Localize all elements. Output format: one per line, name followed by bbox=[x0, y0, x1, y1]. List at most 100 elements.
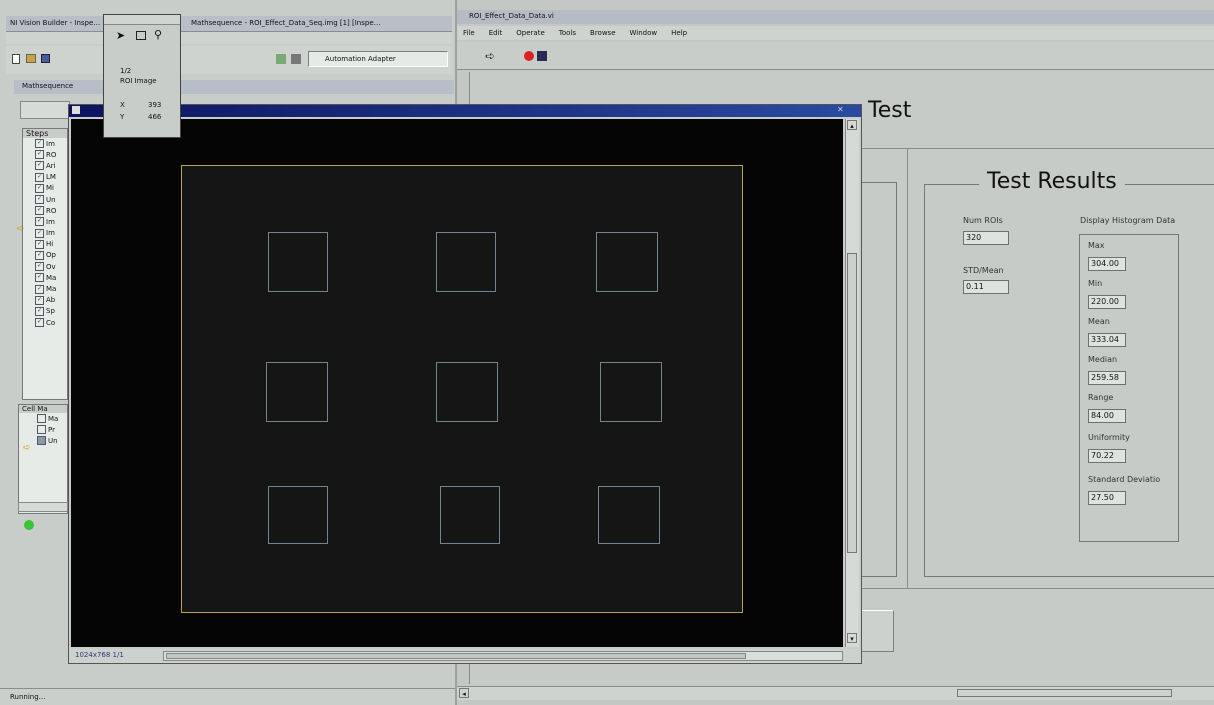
check-icon[interactable]: ✓ bbox=[35, 217, 44, 227]
tree-item[interactable]: ✓ Ma bbox=[35, 283, 67, 294]
tree-item[interactable]: ✓ Ma bbox=[35, 272, 67, 283]
check-icon[interactable]: ✓ bbox=[35, 262, 44, 272]
tree-item[interactable]: ✓ Mi bbox=[35, 183, 67, 194]
tree-item[interactable]: ✓ Co bbox=[35, 317, 67, 328]
list-item[interactable]: Ma bbox=[37, 413, 67, 424]
action-button[interactable] bbox=[858, 610, 894, 652]
tree-item[interactable]: ✓ Ov bbox=[35, 261, 67, 272]
left-app-title: NI Vision Builder - Inspe… bbox=[10, 19, 101, 27]
zoom-tool-icon[interactable]: ⚲ bbox=[154, 28, 162, 41]
check-icon[interactable]: ✓ bbox=[35, 183, 44, 193]
list-item[interactable]: Un bbox=[37, 435, 67, 446]
roi-box bbox=[266, 362, 328, 422]
menu-tools[interactable]: Tools bbox=[559, 29, 576, 37]
save-icon[interactable] bbox=[41, 54, 50, 63]
steps-panel: Steps ✓ Im ✓ RO ✓ Ari ✓ LM ✓ Mi ✓ Un ✓ RO ✓ Im ✓… bbox=[17, 128, 68, 400]
hist-label: Median bbox=[1088, 355, 1118, 364]
num-rois-value: 320 bbox=[963, 231, 1009, 245]
check-icon[interactable]: ✓ bbox=[35, 172, 44, 182]
check-icon[interactable]: ✓ bbox=[35, 228, 44, 238]
tree-item[interactable]: ✓ Hi bbox=[35, 239, 67, 250]
tree-item[interactable]: ✓ Ab bbox=[35, 295, 67, 306]
current-item-arrow-icon: ➪ bbox=[23, 443, 31, 453]
automation-adapter-label: Automation Adapter bbox=[325, 55, 396, 63]
results-groupbox: Test Results Num ROIs 320 STD/Mean 0.11 … bbox=[924, 169, 1214, 577]
scroll-left-arrow[interactable]: ◂ bbox=[459, 688, 469, 698]
check-icon[interactable]: ✓ bbox=[35, 284, 44, 294]
status-text: Running... bbox=[10, 693, 46, 701]
y-value: 466 bbox=[148, 113, 162, 121]
scroll-thumb[interactable] bbox=[847, 253, 857, 553]
scroll-down-arrow[interactable]: ▾ bbox=[847, 633, 857, 643]
abort-button[interactable] bbox=[524, 51, 534, 61]
toolbar-icon[interactable] bbox=[276, 54, 286, 64]
check-icon[interactable]: ✓ bbox=[35, 195, 44, 205]
tree-item[interactable]: ✓ Op bbox=[35, 250, 67, 261]
run-arrow-icon[interactable]: ➪ bbox=[485, 49, 495, 63]
menu-edit[interactable]: Edit bbox=[489, 29, 503, 37]
scroll-up-arrow[interactable]: ▴ bbox=[847, 120, 857, 130]
check-icon[interactable]: ✓ bbox=[35, 139, 44, 149]
histogram-label: Display Histogram Data bbox=[1080, 216, 1176, 225]
hist-value: 27.50 bbox=[1088, 491, 1126, 505]
steps-tab[interactable] bbox=[20, 101, 70, 119]
steps-header: Steps bbox=[23, 129, 67, 138]
bottom-scrollbar[interactable] bbox=[18, 502, 68, 512]
image-window-titlebar: ✕ bbox=[69, 105, 861, 117]
front-panel-title: Test bbox=[868, 98, 912, 123]
check-icon[interactable]: ✓ bbox=[35, 273, 44, 283]
tree-item[interactable]: ✓ Im bbox=[35, 138, 67, 149]
check-icon[interactable]: ✓ bbox=[35, 318, 44, 328]
status-bar: Running... bbox=[0, 688, 455, 705]
tree-item[interactable]: ✓ Un bbox=[35, 194, 67, 205]
pause-button[interactable] bbox=[537, 51, 547, 61]
check-icon[interactable]: ✓ bbox=[35, 161, 44, 171]
close-icon[interactable]: ✕ bbox=[837, 105, 844, 114]
checkbox[interactable] bbox=[37, 425, 46, 435]
check-icon[interactable]: ✓ bbox=[35, 239, 44, 249]
tree-item[interactable]: ✓ Im bbox=[35, 216, 67, 227]
tree-item[interactable]: ✓ LM bbox=[35, 172, 67, 183]
checkbox[interactable] bbox=[37, 436, 46, 446]
check-icon[interactable]: ✓ bbox=[35, 206, 44, 216]
right-app-toolbar: ➪ bbox=[457, 42, 1214, 70]
tree-item[interactable]: ✓ Sp bbox=[35, 306, 67, 317]
menu-file[interactable]: File bbox=[463, 29, 475, 37]
list-item[interactable]: Pr bbox=[37, 424, 67, 435]
hist-value: 70.22 bbox=[1088, 449, 1126, 463]
checkbox[interactable] bbox=[37, 414, 46, 424]
image-size-label: 1024x768 1/1 bbox=[75, 651, 124, 659]
new-icon[interactable] bbox=[12, 54, 20, 64]
open-icon[interactable] bbox=[26, 54, 36, 63]
menu-operate[interactable]: Operate bbox=[516, 29, 544, 37]
right-horizontal-scrollbar[interactable]: ◂ bbox=[457, 686, 1214, 700]
menu-browse[interactable]: Browse bbox=[590, 29, 616, 37]
tree-item[interactable]: ✓ RO bbox=[35, 205, 67, 216]
hist-label: Standard Deviatio bbox=[1088, 475, 1161, 484]
scroll-thumb[interactable] bbox=[957, 689, 1172, 697]
check-icon[interactable]: ✓ bbox=[35, 150, 44, 160]
image-horizontal-scrollbar[interactable] bbox=[163, 651, 843, 661]
toolbar-icon[interactable] bbox=[291, 54, 301, 64]
palette-titlebar bbox=[104, 15, 180, 25]
pointer-tool-icon[interactable]: ➤ bbox=[116, 29, 125, 42]
panel-title: Mathsequence bbox=[22, 82, 74, 90]
std-mean-label: STD/Mean bbox=[963, 266, 1004, 275]
roi-box bbox=[596, 232, 658, 292]
scroll-thumb[interactable] bbox=[166, 653, 746, 659]
check-icon[interactable]: ✓ bbox=[35, 306, 44, 316]
tree-item[interactable]: ✓ Im bbox=[35, 228, 67, 239]
menu-window[interactable]: Window bbox=[630, 29, 658, 37]
tree-item[interactable]: ✓ RO bbox=[35, 149, 67, 160]
check-icon[interactable]: ✓ bbox=[35, 250, 44, 260]
roi-box bbox=[598, 486, 660, 544]
check-icon[interactable]: ✓ bbox=[35, 295, 44, 305]
hist-label: Min bbox=[1088, 279, 1103, 288]
image-vertical-scrollbar[interactable]: ▴ ▾ bbox=[845, 119, 859, 647]
image-canvas[interactable] bbox=[71, 119, 843, 647]
automation-adapter-field[interactable]: Automation Adapter bbox=[308, 51, 448, 67]
menu-help[interactable]: Help bbox=[671, 29, 687, 37]
tree-item[interactable]: ✓ Ari bbox=[35, 160, 67, 171]
rectangle-tool-icon[interactable] bbox=[136, 31, 146, 40]
image-footer: 1024x768 1/1 bbox=[69, 649, 861, 663]
